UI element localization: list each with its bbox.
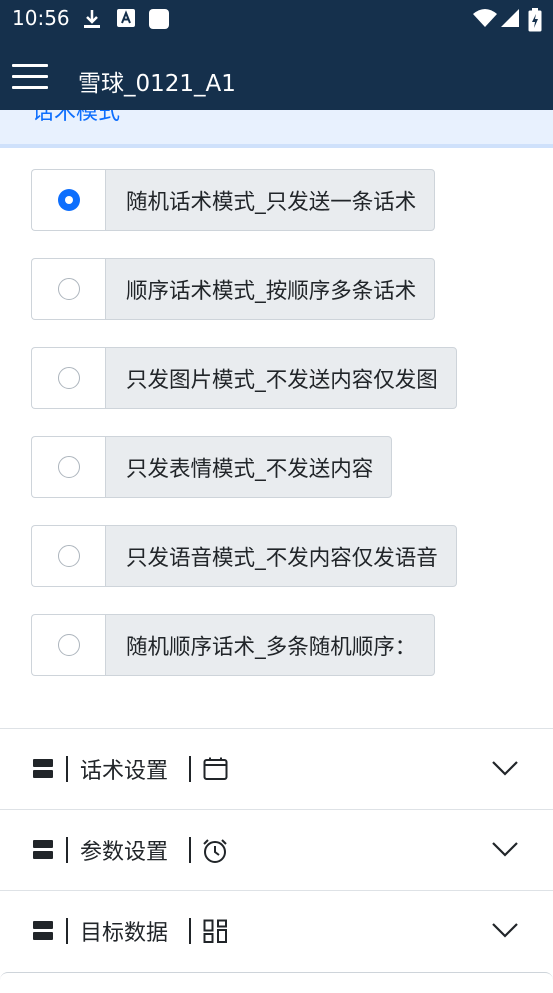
next-card-edge: [0, 972, 553, 993]
accordion-label: 参数设置: [80, 840, 169, 865]
accordion-target-data[interactable]: 目标数据: [0, 890, 553, 971]
mode-option[interactable]: 随机话术模式_只发送一条话术: [31, 169, 436, 231]
mode-option-label[interactable]: 顺序话术模式_按顺序多条话术: [105, 258, 436, 320]
mode-option-label[interactable]: 只发图片模式_不发送内容仅发图: [105, 347, 457, 409]
mode-option[interactable]: 只发语音模式_不发内容仅发语音: [31, 525, 457, 587]
divider-bar: [189, 756, 191, 782]
accordion-label: 目标数据: [80, 921, 169, 946]
drag-handle-icon: [33, 921, 53, 943]
square-app-icon: [149, 9, 169, 29]
drag-handle-icon: [33, 840, 53, 862]
accordion-script-settings[interactable]: 话术设置: [0, 728, 553, 809]
divider-bar: [189, 918, 191, 944]
mode-option[interactable]: 只发图片模式_不发送内容仅发图: [31, 347, 457, 409]
radio-box[interactable]: [31, 258, 105, 320]
chevron-down-icon[interactable]: [491, 921, 519, 939]
radio-button[interactable]: [57, 545, 80, 567]
alarm-clock-icon: [203, 839, 227, 863]
mode-option-label[interactable]: 只发表情模式_不发送内容: [105, 436, 393, 498]
signal-icon: [501, 9, 519, 27]
divider-bar: [66, 918, 68, 944]
divider-bar: [66, 756, 68, 782]
radio-box[interactable]: [31, 525, 105, 587]
mode-option-label[interactable]: 随机顺序话术_多条随机顺序：: [105, 614, 436, 676]
app-title: 雪球_0121_A1: [78, 71, 236, 97]
accordion-label: 话术设置: [80, 759, 169, 784]
font-a-icon: [117, 9, 135, 27]
mode-option[interactable]: 只发表情模式_不发送内容: [31, 436, 393, 498]
mode-section-label: 话术模式: [32, 110, 121, 125]
status-time: 10:56: [12, 6, 70, 30]
mode-option[interactable]: 随机顺序话术_多条随机顺序：: [31, 614, 436, 676]
radio-box[interactable]: [31, 614, 105, 676]
battery-charging-icon: [528, 8, 542, 32]
divider-bar: [189, 837, 191, 863]
hamburger-menu-icon[interactable]: [12, 64, 48, 90]
radio-box[interactable]: [31, 347, 105, 409]
grid-squares-icon: [203, 919, 227, 943]
mode-option-label[interactable]: 只发语音模式_不发内容仅发语音: [105, 525, 457, 587]
mode-option[interactable]: 顺序话术模式_按顺序多条话术: [31, 258, 436, 320]
divider-bar: [66, 837, 68, 863]
status-bar: 10:56: [0, 0, 553, 38]
radio-box[interactable]: [31, 169, 105, 231]
chevron-down-icon[interactable]: [491, 840, 519, 858]
radio-button[interactable]: [57, 367, 80, 389]
accordion-parameter-settings[interactable]: 参数设置: [0, 809, 553, 890]
radio-button[interactable]: [57, 456, 80, 478]
drag-handle-icon: [33, 759, 53, 781]
download-icon: [84, 10, 100, 28]
calendar-icon: [203, 757, 228, 780]
wifi-icon: [473, 9, 497, 27]
chevron-down-icon[interactable]: [491, 759, 519, 777]
radio-button[interactable]: [57, 634, 80, 656]
radio-button[interactable]: [57, 278, 80, 300]
mode-section-header[interactable]: 话术模式: [0, 110, 553, 148]
radio-button[interactable]: [57, 189, 80, 211]
radio-box[interactable]: [31, 436, 105, 498]
mode-option-label[interactable]: 随机话术模式_只发送一条话术: [105, 169, 436, 231]
app-bar: 雪球_0121_A1: [0, 38, 553, 110]
